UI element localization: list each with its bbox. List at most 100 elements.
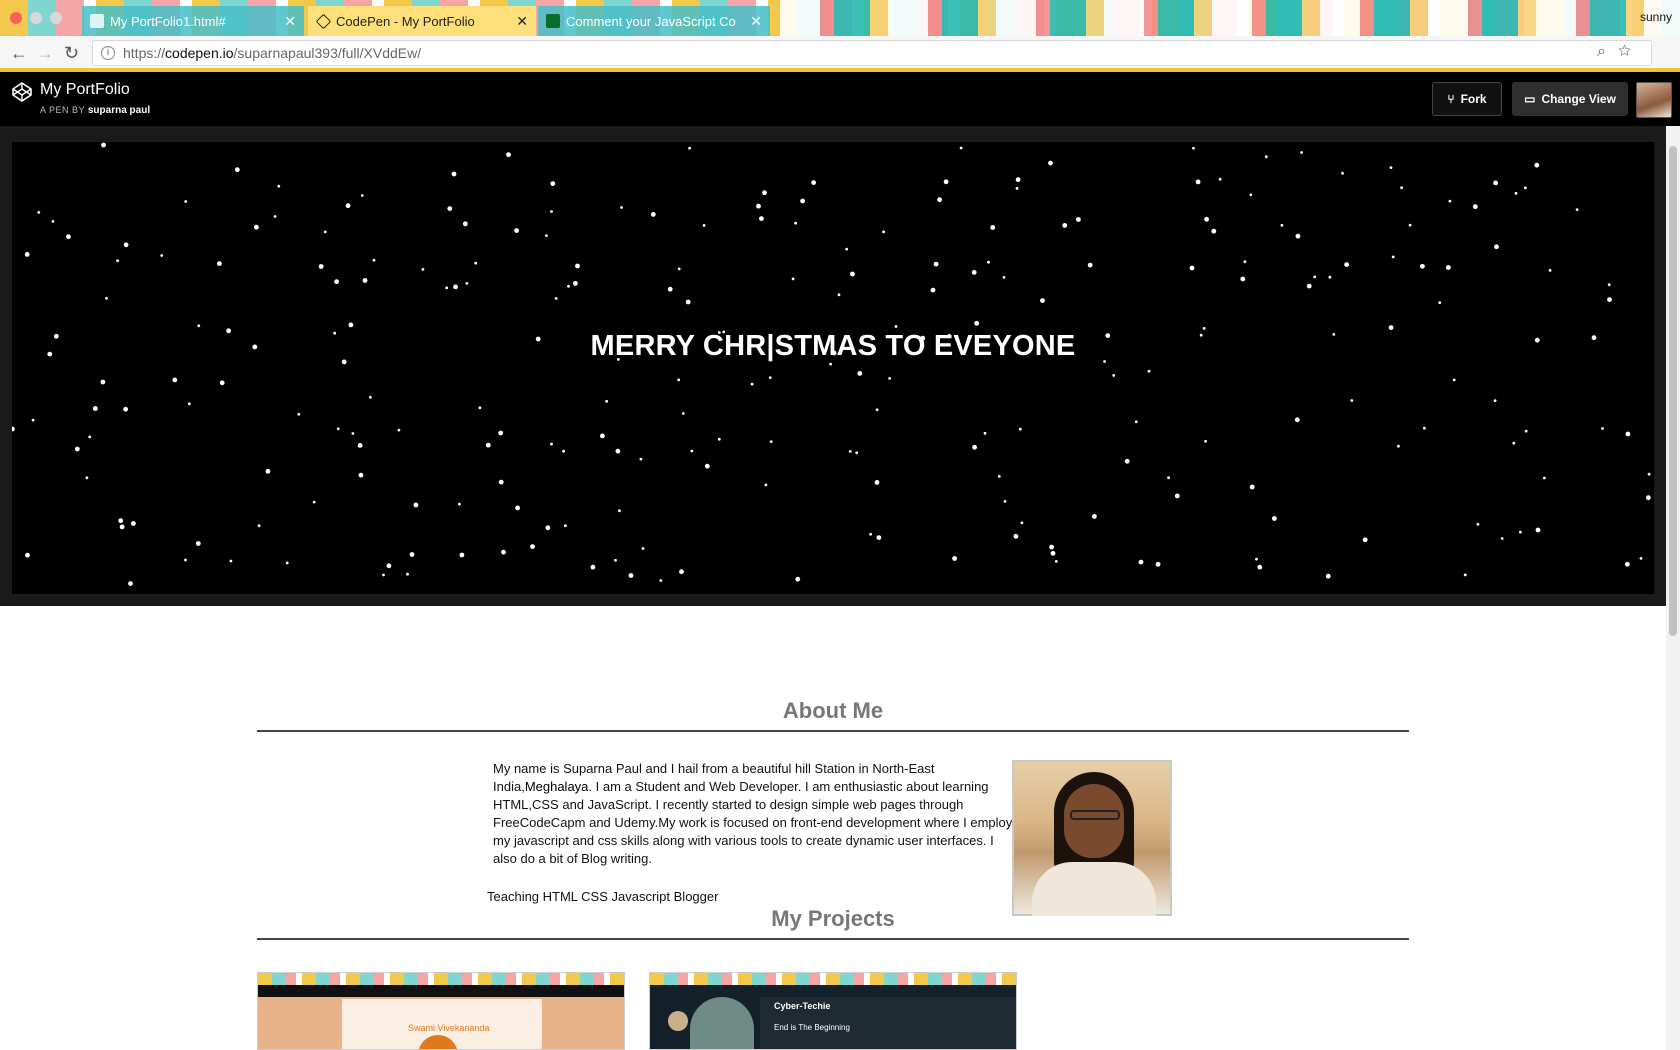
skills-line: Teaching HTML CSS Javascript Blogger xyxy=(487,889,719,904)
url-path: /suparnapaul393/full/XVddEw/ xyxy=(233,45,422,61)
snowflake xyxy=(688,146,691,150)
snowflake xyxy=(336,427,340,431)
snowflake xyxy=(100,379,106,385)
tab-freecodecamp[interactable]: Comment your JavaScript Co ✕ xyxy=(538,6,770,36)
tab-title: Comment your JavaScript Co xyxy=(566,13,736,29)
snowflake xyxy=(874,480,880,485)
profile-name[interactable]: sunny xyxy=(1640,10,1672,24)
bookmark-star-icon[interactable]: ☆ xyxy=(1618,43,1643,60)
snowflake xyxy=(618,509,621,513)
snowflake xyxy=(659,579,663,582)
snowflake xyxy=(1494,244,1499,250)
snowflake xyxy=(1624,561,1630,567)
minimize-window-button[interactable] xyxy=(30,12,42,24)
pen-title[interactable]: My PortFolio xyxy=(40,81,130,99)
snowflake xyxy=(971,270,977,275)
snowflake xyxy=(1397,444,1400,448)
snowflake xyxy=(983,431,987,435)
snowflake xyxy=(550,442,553,446)
snowflake xyxy=(123,406,128,412)
snowflake xyxy=(930,287,936,293)
close-window-button[interactable] xyxy=(10,12,22,24)
snowflake xyxy=(704,463,710,469)
snowflake xyxy=(1015,177,1021,183)
snowflake xyxy=(937,197,942,203)
project-thumbnail-blog[interactable]: Cyber-Techie End is The Beginning xyxy=(649,972,1017,1050)
snowflake xyxy=(1362,537,1368,543)
forward-arrow-icon[interactable]: → xyxy=(36,43,54,64)
scrollbar-thumb[interactable] xyxy=(1669,146,1677,636)
snowflake xyxy=(197,324,201,328)
snowflake xyxy=(1015,187,1019,190)
maximize-window-button[interactable] xyxy=(50,12,62,24)
snowflake xyxy=(1519,530,1522,534)
snowflake xyxy=(382,573,385,577)
snowflake xyxy=(550,181,556,186)
tab-portfolio-file[interactable]: My PortFolio1.html# ✕ xyxy=(82,6,304,36)
fork-button[interactable]: ⑂ Fork xyxy=(1432,82,1502,116)
profile-photo xyxy=(1012,760,1172,916)
snowflake xyxy=(620,206,623,209)
about-heading: About Me xyxy=(257,698,1409,732)
snowflake xyxy=(845,247,849,251)
codepen-logo-icon[interactable] xyxy=(12,82,32,102)
snowflake xyxy=(1249,484,1255,490)
zoom-icon[interactable]: ⌕ xyxy=(1597,43,1618,60)
tab-title: My PortFolio1.html# xyxy=(110,13,226,29)
snowflake xyxy=(681,412,685,415)
close-tab-icon[interactable]: ✕ xyxy=(284,13,296,30)
snowflake xyxy=(614,558,617,562)
snowflake xyxy=(453,284,458,290)
address-bar[interactable]: i https://codepen.io/suparnapaul393/full… xyxy=(92,40,1652,66)
snowflake xyxy=(1408,223,1412,227)
tab-codepen-portfolio[interactable]: CodePen - My PortFolio ✕ xyxy=(308,6,536,36)
snowflake xyxy=(875,408,879,412)
snowflake xyxy=(318,264,324,269)
snowflake xyxy=(811,180,816,185)
snowflake xyxy=(1646,495,1651,501)
snowflake xyxy=(650,212,656,217)
snowflake xyxy=(1535,527,1541,533)
reload-icon[interactable]: ↻ xyxy=(64,43,79,64)
snowflake xyxy=(184,558,187,562)
info-icon[interactable]: i xyxy=(101,46,115,60)
snowflake xyxy=(888,377,891,380)
snowflake xyxy=(1211,228,1217,234)
back-arrow-icon[interactable]: ← xyxy=(10,43,28,64)
project-thumbnail-quotes[interactable]: Swami Vivekananda xyxy=(257,972,625,1050)
change-view-label: Change View xyxy=(1541,92,1616,106)
snowflake xyxy=(1189,265,1195,271)
author-link[interactable]: suparna paul xyxy=(88,105,150,116)
codepen-header: My PortFolio A PEN BY suparna paul ⑂ For… xyxy=(0,72,1680,126)
vertical-scrollbar[interactable] xyxy=(1666,126,1680,1050)
snowflake xyxy=(1438,301,1442,304)
snowflake xyxy=(667,286,673,292)
snowflake xyxy=(184,200,188,203)
snowflake xyxy=(465,282,469,285)
snowflake xyxy=(478,406,482,410)
about-place: Meghalaya xyxy=(524,779,589,794)
snowflake xyxy=(545,525,551,531)
snowflake xyxy=(795,576,801,582)
snowflake xyxy=(459,552,465,558)
snowflake xyxy=(1174,493,1180,499)
snowflake xyxy=(92,406,98,411)
about-paragraph: My name is Suparna Paul and I hail from … xyxy=(493,760,1013,868)
user-avatar[interactable] xyxy=(1636,82,1672,118)
snowflake xyxy=(451,171,457,177)
browser-tab-strip: My PortFolio1.html# ✕ CodePen - My PortF… xyxy=(0,0,1680,36)
snowflake xyxy=(1295,233,1301,239)
close-tab-icon[interactable]: ✕ xyxy=(516,13,528,30)
snowflake xyxy=(554,297,558,300)
snowflake xyxy=(933,261,939,267)
change-view-button[interactable]: ▭ Change View xyxy=(1512,82,1628,116)
fork-label: Fork xyxy=(1460,92,1487,106)
close-tab-icon[interactable]: ✕ xyxy=(750,13,762,30)
snowflake xyxy=(1294,417,1300,423)
snowflake xyxy=(119,524,125,530)
snowflake xyxy=(362,278,368,283)
snowflake xyxy=(1341,171,1344,175)
snowflake xyxy=(850,271,855,277)
snowflake xyxy=(1054,560,1058,563)
file-icon xyxy=(90,14,104,28)
